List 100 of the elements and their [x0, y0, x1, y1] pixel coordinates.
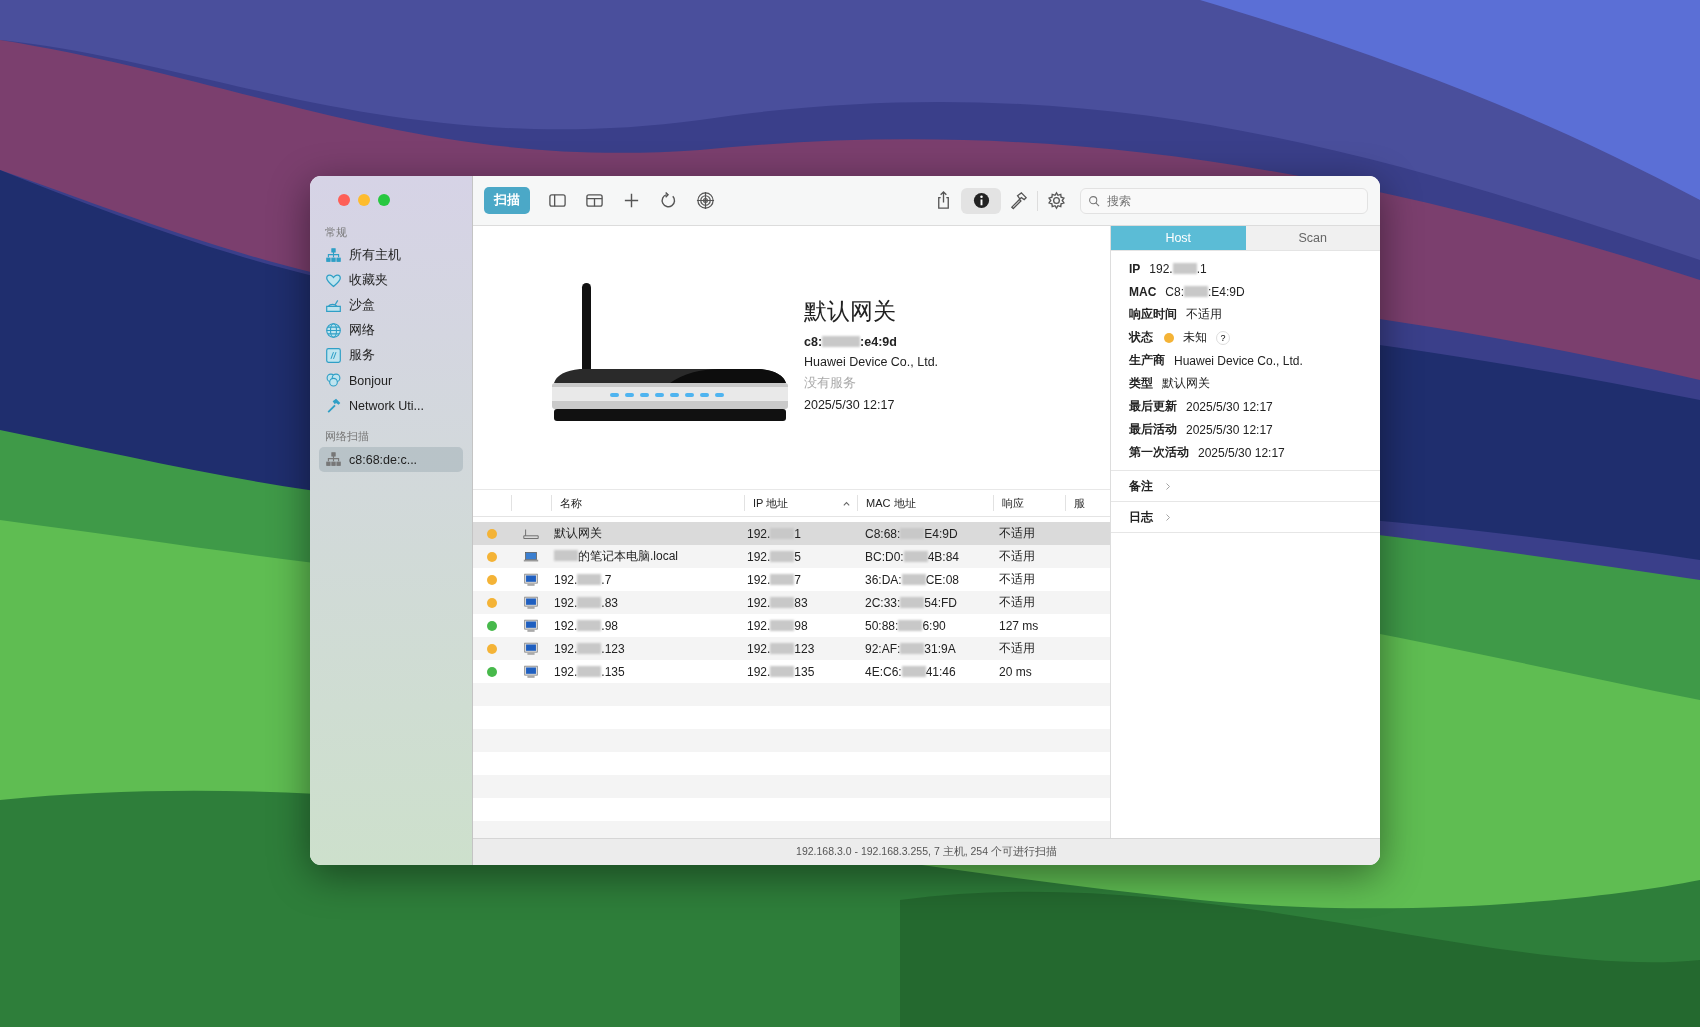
table-row[interactable]: 192. .135 192. 135 4E:C6: 41:46 20 ms [473, 660, 1110, 683]
hierarchy-icon [325, 247, 342, 264]
monitor-icon [522, 595, 540, 610]
table-cell-text: 20 ms [998, 664, 1033, 679]
search-field[interactable]: 搜索 [1080, 187, 1368, 214]
slash-square-icon [325, 347, 342, 364]
hammer-icon[interactable] [1009, 191, 1028, 210]
table-cell-text: 50:88: 6:90 [864, 618, 947, 633]
field-value: Huawei Device Co., Ltd. [1174, 353, 1303, 368]
table-cell-text: BC:D0: 4B:84 [864, 549, 961, 564]
hammer-icon [325, 397, 342, 414]
monitor-icon [522, 641, 540, 656]
table-cell-text: 92:AF: 31:9A [864, 641, 957, 656]
sidebar-item[interactable]: Bonjour [319, 368, 463, 393]
table-cell-text: 2C:33: 54:FD [864, 595, 959, 610]
table-cell-text: 127 ms [998, 618, 1040, 633]
table-cell-text: 4E:C6: 41:46 [864, 664, 957, 679]
table-row[interactable]: 192. .123 192. 123 92:AF: 31:9A 不适用 [473, 637, 1110, 660]
sidebar-item[interactable]: 服务 [319, 343, 463, 368]
settings-icon[interactable] [1047, 191, 1066, 210]
field-value: 默认网关 [1162, 375, 1210, 392]
table-cell-text: 不适用 [998, 525, 1036, 542]
table-cell-text: 192. .83 [553, 595, 620, 610]
table-row[interactable]: 默认网关 192. 1 C8:68: E4:9D 不适用 [473, 522, 1110, 545]
tab[interactable]: Scan [1245, 226, 1380, 250]
table-cell: 的笔记本电脑.local [551, 548, 744, 565]
info-icon [971, 191, 991, 210]
table-cell-text: 192. 7 [746, 572, 803, 587]
table-cell-text: 默认网关 [553, 525, 603, 542]
device-date: 2025/5/30 12:17 [804, 397, 896, 412]
sidebar-heading: 网络扫描 [324, 429, 370, 444]
table-cell-text: 192. 83 [746, 595, 809, 610]
table-cell-text: 192. .7 [553, 572, 613, 587]
table-cell-text: C8:68: E4:9D [864, 526, 959, 541]
table-cell-text: 不适用 [998, 640, 1036, 657]
field-value: 2025/5/30 12:17 [1186, 399, 1273, 414]
monitor-icon [522, 618, 540, 633]
column-header[interactable]: MAC 地址 [857, 495, 993, 511]
layout-icon[interactable] [585, 191, 604, 210]
heart-icon [325, 272, 342, 289]
sidebar-item[interactable]: 沙盒 [319, 293, 463, 318]
device-vendor: Huawei Device Co., Ltd. [804, 354, 939, 369]
table-row[interactable]: 192. .7 192. 7 36:DA: CE:08 不适用 [473, 568, 1110, 591]
field-label: 生产商 [1129, 352, 1165, 369]
column-header[interactable]: 响应 [993, 495, 1065, 511]
table-cell-text: 192. 135 [746, 664, 816, 679]
field-label: 类型 [1129, 375, 1153, 392]
sidebar-heading: 常规 [324, 225, 348, 240]
sidebar-item[interactable]: 收藏夹 [319, 268, 463, 293]
field-label: IP [1129, 261, 1141, 276]
field-value: C8: :E4:9D [1165, 284, 1245, 299]
column-header[interactable]: 服 [1065, 495, 1110, 511]
field-value: 2025/5/30 12:17 [1198, 445, 1285, 460]
table-cell-text: 192. .98 [553, 618, 620, 633]
table-cell-text: 不适用 [998, 548, 1036, 565]
info-button[interactable] [961, 187, 1001, 214]
field-label: 响应时间 [1129, 306, 1177, 323]
section-label[interactable]: 日志 [1129, 508, 1153, 526]
column-header[interactable]: IP 地址 [744, 495, 857, 511]
device-mac: c8: :e4:9d [804, 334, 898, 349]
add-icon[interactable] [622, 191, 641, 210]
field-label: 最后更新 [1129, 398, 1177, 415]
table-cell-text: 不适用 [998, 571, 1036, 588]
search-icon [1088, 194, 1101, 208]
table-row[interactable]: 192. .83 192. 83 2C:33: 54:FD 不适用 [473, 591, 1110, 614]
section-label[interactable]: 备注 [1129, 477, 1153, 495]
sidebar-toggle-icon[interactable] [548, 191, 567, 210]
column-header[interactable]: 名称 [551, 495, 744, 511]
field-label: MAC [1129, 284, 1157, 299]
table-cell-text: 192. 98 [746, 618, 809, 633]
table-row[interactable]: 的笔记本电脑.local 192. 5 BC:D0: 4B:84 不适用 [473, 545, 1110, 568]
table-cell-text: 192. 123 [746, 641, 816, 656]
field-value: 2025/5/30 12:17 [1186, 422, 1273, 437]
refresh-icon[interactable] [659, 191, 678, 210]
sidebar-item[interactable]: 所有主机 [319, 243, 463, 268]
globe-icon [325, 322, 342, 339]
tray-icon [325, 297, 342, 314]
field-label: 最后活动 [1129, 421, 1177, 438]
monitor-icon [522, 664, 540, 679]
sidebar-item[interactable]: 网络 [319, 318, 463, 343]
table-cell-text: 不适用 [998, 594, 1036, 611]
monitor-icon [522, 572, 540, 587]
field-value: 不适用 [1186, 306, 1222, 323]
field-value: 未知 [1183, 329, 1207, 346]
table-row[interactable]: 192. .98 192. 98 50:88: 6:90 127 ms [473, 614, 1110, 637]
field-value: 192. .1 [1149, 261, 1207, 276]
device-title: 默认网关 [804, 296, 897, 326]
table-cell-text: 192. 1 [746, 526, 803, 541]
help-button[interactable]: ? [1216, 330, 1230, 345]
table-cell-text: 36:DA: CE:08 [864, 572, 961, 587]
hierarchy-icon [325, 451, 342, 468]
sidebar-item[interactable]: Network Uti... [319, 393, 463, 418]
table-cell-text: 192. .135 [553, 664, 626, 679]
laptop-icon [522, 549, 540, 564]
target-icon[interactable] [696, 191, 715, 210]
sidebar-item[interactable]: c8:68:de:c... [319, 447, 463, 472]
device-services: 没有服务 [804, 374, 857, 392]
status-text: 192.168.3.0 - 192.168.3.255, 7 主机, 254 个可进行扫描 [796, 845, 1057, 859]
table-cell-text: 192. 5 [746, 549, 803, 564]
field-label: 状态 [1129, 329, 1153, 346]
